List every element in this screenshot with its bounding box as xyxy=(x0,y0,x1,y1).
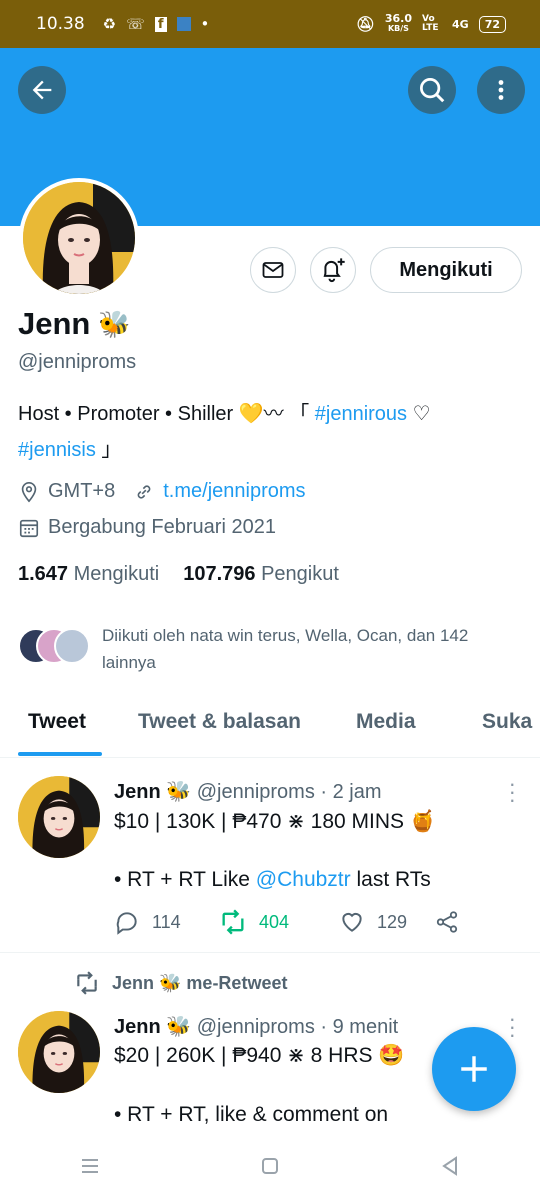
compose-tweet-button[interactable] xyxy=(432,1027,516,1111)
retweeted-by-text[interactable]: Jenn 🐝 me-Retweet xyxy=(112,973,287,994)
tab-tweet-replies[interactable]: Tweet & balasan xyxy=(138,710,301,734)
mention-link[interactable]: @Chubztr xyxy=(256,868,351,891)
mute-icon: 🔕︎ xyxy=(355,15,375,33)
tab-media[interactable]: Media xyxy=(356,710,416,734)
following-stat[interactable]: 1.647 Mengikuti xyxy=(18,563,159,586)
tweet-author-handle: @jenniproms xyxy=(196,781,315,803)
tweet-author-handle: @jenniproms xyxy=(196,1016,315,1038)
system-nav-bar xyxy=(0,1132,540,1200)
dot-icon: • xyxy=(200,15,210,33)
facebook-icon: f xyxy=(154,16,167,32)
tweet-more-icon[interactable]: · · · xyxy=(509,1008,516,1046)
hashtag-link[interactable]: #jennisis xyxy=(18,439,96,461)
tweet-time: · 2 jam xyxy=(320,781,382,803)
arrow-left-icon xyxy=(32,80,52,100)
reply-button[interactable]: 114 xyxy=(114,909,219,935)
search-icon xyxy=(420,78,445,103)
tweet-avatar[interactable] xyxy=(18,1011,100,1093)
follower-avatars xyxy=(18,622,94,664)
profile-bio: Host • Promoter • Shiller 💛〰 「 #jennirou… xyxy=(18,403,431,461)
profile-website-link[interactable]: t.me/jenniproms xyxy=(163,480,305,503)
home-icon[interactable] xyxy=(258,1154,282,1178)
avatar xyxy=(54,628,90,664)
messenger-icon: ☏ xyxy=(126,15,145,33)
followed-by-text: Diikuti oleh nata win terus, Wella, Ocan… xyxy=(102,626,469,672)
tweet-divider xyxy=(0,952,540,953)
plus-icon xyxy=(461,1056,487,1082)
status-time: 10.38 xyxy=(36,14,85,34)
search-button[interactable] xyxy=(408,66,456,114)
bell-plus-icon xyxy=(323,258,345,283)
message-button[interactable] xyxy=(250,247,296,293)
location-pin-icon xyxy=(21,481,37,502)
tweet-text-line: • RT + RT Like @Chubztr last RTs xyxy=(114,868,431,891)
mail-icon xyxy=(262,262,284,278)
tweet-actions: 114 404 129 xyxy=(114,908,464,936)
tweet-more-icon[interactable]: · · · xyxy=(509,773,516,811)
profile-joined-row: Bergabung Februari 2021 xyxy=(18,516,276,539)
avatar-illustration xyxy=(18,776,100,858)
tab-likes[interactable]: Suka xyxy=(482,710,532,734)
app-icon xyxy=(176,17,191,31)
profile-meta-row: GMT+8 t.me/jenniproms xyxy=(18,480,306,503)
profile-tabs: Tweet Tweet & balasan Media Suka xyxy=(0,700,540,758)
active-tab-indicator xyxy=(18,752,102,756)
status-right: 🔕︎ 36.0 KB/S Vo LTE 4G 72 xyxy=(355,12,506,34)
recent-apps-icon[interactable] xyxy=(78,1154,102,1178)
hashtag-link[interactable]: #jennirous xyxy=(315,403,407,425)
tweet-header: Jenn 🐝 @jenniproms · 9 menit xyxy=(114,1016,399,1038)
more-options-button[interactable] xyxy=(477,66,525,114)
back-nav-icon[interactable] xyxy=(438,1154,462,1178)
tweet-avatar[interactable] xyxy=(18,776,100,858)
retweeted-by-row: Jenn 🐝 me-Retweet xyxy=(74,970,287,996)
avatar-illustration xyxy=(18,1011,100,1093)
profile-name: Jenn 🐝 xyxy=(18,306,131,341)
tweet-text-line: $10 | 130K | ₱470 ⋇ 180 MINS 🍯 xyxy=(114,810,436,833)
calendar-icon xyxy=(19,519,39,537)
battery-indicator: 72 xyxy=(478,15,506,33)
link-icon xyxy=(137,484,151,499)
heart-icon xyxy=(342,912,362,932)
sync-icon: ♻ xyxy=(102,15,117,33)
tweet-text-line: $20 | 260K | ₱940 ⋇ 8 HRS 🤩 xyxy=(114,1044,405,1067)
retweet-button[interactable]: 404 xyxy=(219,908,339,936)
volte-indicator: Vo LTE xyxy=(422,14,439,33)
notification-icons: ♻ ☏ f • xyxy=(103,15,210,33)
retweet-icon xyxy=(77,971,97,995)
share-button[interactable] xyxy=(434,909,460,935)
tweet-time: · 9 menit xyxy=(320,1016,399,1038)
share-icon xyxy=(436,911,458,933)
tab-tweet[interactable]: Tweet xyxy=(28,710,86,734)
profile-stats: 1.647 Mengikuti 107.796 Pengikut xyxy=(18,563,339,586)
profile-handle: @jenniproms xyxy=(18,351,137,373)
bee-emoji: 🐝 xyxy=(98,308,131,339)
network-speed: 36.0 KB/S xyxy=(384,12,412,33)
followed-by-row[interactable]: Diikuti oleh nata win terus, Wella, Ocan… xyxy=(18,622,502,676)
profile-avatar[interactable] xyxy=(19,178,139,298)
followers-stat[interactable]: 107.796 Pengikut xyxy=(183,563,339,586)
more-vertical-icon xyxy=(498,80,504,100)
tweet-text-line: • RT + RT, like & comment on xyxy=(114,1103,389,1126)
following-button[interactable]: Mengikuti xyxy=(370,247,522,293)
tweet-author-name[interactable]: Jenn xyxy=(114,1016,161,1038)
tweet-item[interactable]: Jenn 🐝 @jenniproms · 2 jam · · · $10 | 130… xyxy=(0,758,540,952)
back-button[interactable] xyxy=(18,66,66,114)
retweet-icon xyxy=(222,909,244,935)
signal-indicator: 4G xyxy=(452,17,469,31)
avatar-illustration xyxy=(23,182,135,294)
tweet-author-name[interactable]: Jenn xyxy=(114,781,161,803)
notifications-button[interactable] xyxy=(310,247,356,293)
profile-location: GMT+8 xyxy=(48,480,116,502)
profile-joined: Bergabung Februari 2021 xyxy=(48,516,276,538)
status-bar: 10.38 ♻ ☏ f • 🔕︎ 36.0 KB/S Vo LTE 4G 72 xyxy=(0,0,540,48)
reply-icon xyxy=(116,912,137,935)
like-button[interactable]: 129 xyxy=(339,909,434,935)
tweet-header: Jenn 🐝 @jenniproms · 2 jam xyxy=(114,781,382,803)
